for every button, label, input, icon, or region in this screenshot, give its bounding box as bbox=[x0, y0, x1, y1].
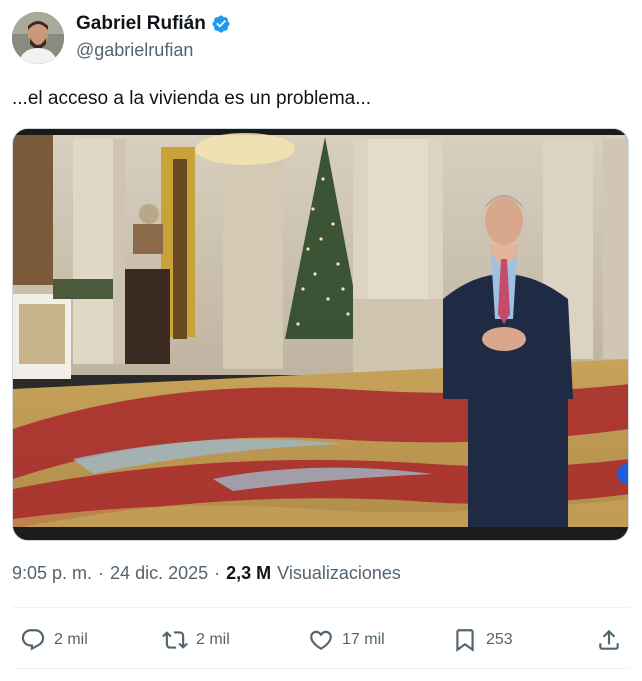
author-name[interactable]: Gabriel Rufián bbox=[76, 13, 206, 35]
tweet-header: Gabriel Rufián @gabrielrufian bbox=[12, 12, 632, 64]
tv-broadcast-image bbox=[13, 129, 628, 540]
verified-badge-icon bbox=[212, 15, 230, 33]
reply-button[interactable]: 2 mil bbox=[20, 620, 88, 660]
views-label: Visualizaciones bbox=[277, 563, 401, 583]
tweet-meta: 9:05 p. m. · 24 dic. 2025 · 2,3 M Visual… bbox=[12, 563, 401, 584]
tweet-time[interactable]: 9:05 p. m. bbox=[12, 563, 92, 584]
repost-button[interactable]: 2 mil bbox=[162, 620, 230, 660]
heart-icon bbox=[310, 630, 332, 650]
share-button[interactable] bbox=[596, 620, 622, 660]
share-icon bbox=[599, 629, 619, 650]
bookmark-icon bbox=[456, 629, 474, 652]
meta-separator: · bbox=[98, 563, 105, 583]
like-count: 17 mil bbox=[342, 631, 385, 648]
author-name-row: Gabriel Rufián bbox=[76, 13, 231, 35]
like-button[interactable]: 17 mil bbox=[308, 620, 385, 660]
divider-top bbox=[12, 607, 630, 608]
meta-separator: · bbox=[214, 563, 221, 583]
avatar[interactable] bbox=[12, 12, 64, 64]
reply-count: 2 mil bbox=[54, 631, 88, 648]
tweet-text: ...el acceso a la vivienda es un problem… bbox=[12, 88, 372, 109]
repost-icon bbox=[162, 631, 188, 649]
divider-bottom bbox=[12, 668, 630, 669]
tweet-date[interactable]: 24 dic. 2025 bbox=[110, 563, 208, 584]
bookmark-count: 253 bbox=[486, 631, 513, 648]
reply-icon bbox=[21, 629, 45, 651]
author-handle[interactable]: @gabrielrufian bbox=[76, 40, 193, 61]
views-count: 2,3 M bbox=[226, 563, 272, 583]
bookmark-button[interactable]: 253 bbox=[452, 620, 513, 660]
tweet-media-image[interactable] bbox=[12, 128, 629, 541]
tweet-actions-bar: 2 mil 2 mil 17 mil 253 bbox=[12, 620, 630, 660]
repost-count: 2 mil bbox=[196, 631, 230, 648]
